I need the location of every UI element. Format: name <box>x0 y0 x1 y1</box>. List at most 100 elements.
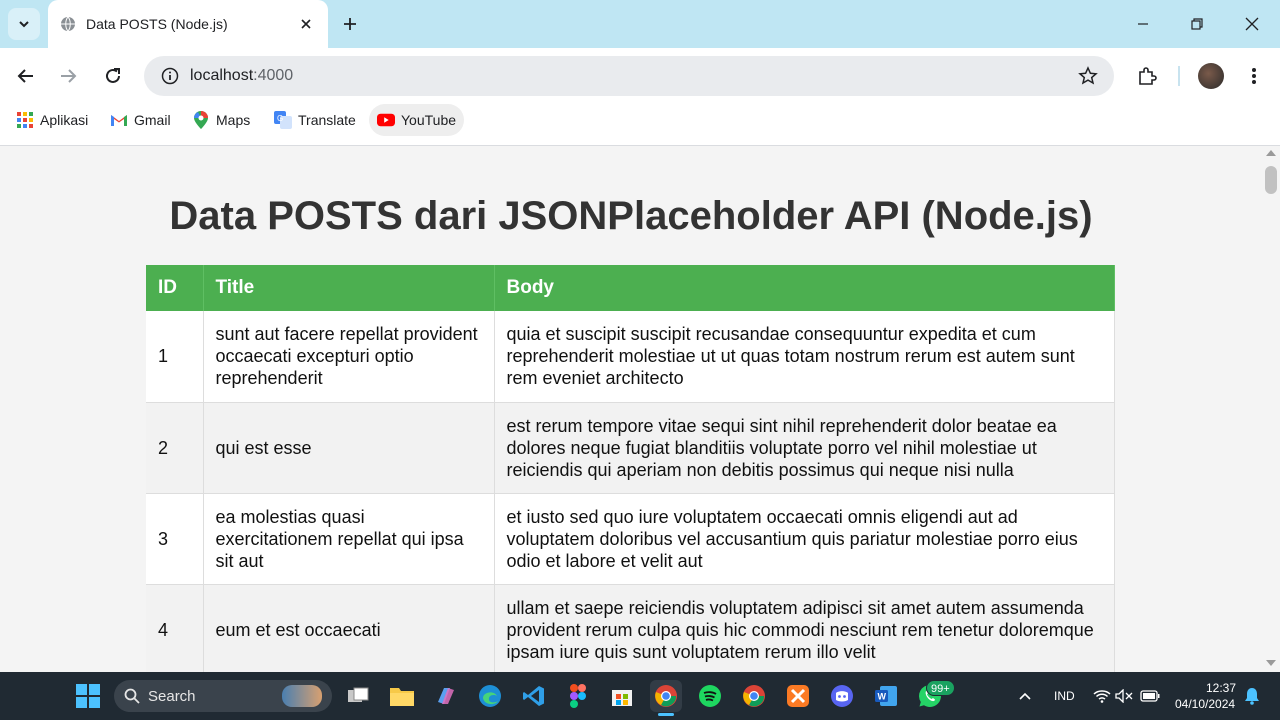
scroll-up-arrow-icon[interactable] <box>1266 150 1276 156</box>
spotify-button[interactable] <box>694 680 726 712</box>
tab-search-button[interactable] <box>8 8 40 40</box>
close-tab-icon[interactable] <box>296 14 316 34</box>
svg-text:G: G <box>277 114 283 123</box>
word-button[interactable]: W <box>870 680 902 712</box>
browser-toolbar: localhost:4000 <box>0 48 1280 104</box>
back-button[interactable] <box>10 60 42 92</box>
close-window-button[interactable] <box>1225 0 1279 48</box>
task-view-icon <box>348 687 369 702</box>
bookmark-gmail[interactable]: Gmail <box>104 104 177 136</box>
bell-icon <box>1245 688 1259 705</box>
url-host: localhost <box>190 67 254 84</box>
input-language[interactable]: IND <box>1054 689 1075 703</box>
reload-button[interactable] <box>97 60 129 92</box>
kebab-menu-icon <box>1252 68 1256 84</box>
bookmark-maps[interactable]: Maps <box>186 104 256 136</box>
figma-icon <box>570 684 586 708</box>
active-app-indicator <box>658 713 674 716</box>
xampp-button[interactable] <box>782 680 814 712</box>
table-row: 2 qui est esse est rerum tempore vitae s… <box>146 402 1115 494</box>
new-tab-button[interactable] <box>336 10 364 38</box>
address-bar[interactable]: localhost:4000 <box>144 56 1114 96</box>
globe-icon <box>61 16 75 32</box>
edge-icon <box>479 685 501 707</box>
tab-strip: Data POSTS (Node.js) <box>0 0 1280 48</box>
chevron-up-icon <box>1019 692 1031 700</box>
copilot-button[interactable] <box>430 680 462 712</box>
search-label: Search <box>148 687 196 705</box>
clock-date[interactable]: 04/10/2024 <box>1175 697 1235 711</box>
youtube-icon <box>377 111 395 129</box>
file-explorer-button[interactable] <box>386 680 418 712</box>
page-scrollbar[interactable] <box>1262 146 1280 672</box>
chrome-button[interactable] <box>650 680 682 712</box>
url-text[interactable]: localhost:4000 <box>190 67 1076 85</box>
cell-title: sunt aut facere repellat provident occae… <box>203 311 495 403</box>
edge-button[interactable] <box>474 680 506 712</box>
restore-button[interactable] <box>1170 0 1224 48</box>
bookmark-label: Translate <box>298 112 356 128</box>
table-row: 4 eum et est occaecati ullam et saepe re… <box>146 584 1115 672</box>
table-row: 3 ea molestias quasi exercitationem repe… <box>146 493 1115 585</box>
chrome-icon <box>743 685 765 707</box>
battery-icon <box>1140 690 1160 702</box>
bookmark-label: Gmail <box>134 112 171 128</box>
chevron-down-icon <box>19 21 29 28</box>
bookmark-star-icon[interactable] <box>1076 64 1100 88</box>
bookmark-youtube[interactable]: YouTube <box>369 104 465 136</box>
translate-icon: G <box>274 111 292 129</box>
battery-status[interactable] <box>1138 680 1162 712</box>
tab-title: Data POSTS (Node.js) <box>86 16 228 32</box>
discord-icon <box>831 685 853 707</box>
word-icon: W <box>875 686 897 706</box>
wifi-icon <box>1093 690 1111 703</box>
cell-title: eum et est occaecati <box>203 584 495 672</box>
profile-avatar[interactable] <box>1198 63 1224 89</box>
store-button[interactable] <box>606 680 638 712</box>
browser-menu-button[interactable] <box>1238 60 1270 92</box>
volume-muted-icon <box>1115 689 1133 703</box>
active-tab[interactable]: Data POSTS (Node.js) <box>48 0 328 48</box>
puzzle-icon <box>1139 67 1157 85</box>
discord-button[interactable] <box>826 680 858 712</box>
url-port: :4000 <box>253 67 294 84</box>
show-hidden-icons-button[interactable] <box>1010 680 1040 712</box>
forward-button[interactable] <box>52 60 84 92</box>
toolbar-divider <box>1178 66 1180 86</box>
cell-id: 3 <box>146 493 204 585</box>
clock-time[interactable]: 12:37 <box>1206 681 1236 695</box>
notifications-button[interactable] <box>1242 680 1262 712</box>
page-title: Data POSTS dari JSONPlaceholder API (Nod… <box>169 194 1093 238</box>
restore-icon <box>1191 18 1203 30</box>
bookmark-aplikasi[interactable]: Aplikasi <box>10 104 94 136</box>
header-id: ID <box>146 265 204 311</box>
task-view-button[interactable] <box>342 680 374 712</box>
scroll-down-arrow-icon[interactable] <box>1266 660 1276 666</box>
figma-button[interactable] <box>562 680 594 712</box>
chrome-profile-button[interactable] <box>738 680 770 712</box>
store-icon <box>612 690 632 706</box>
extensions-button[interactable] <box>1131 60 1163 92</box>
svg-text:W: W <box>878 692 887 702</box>
bookmark-translate[interactable]: G Translate <box>268 104 362 136</box>
header-title: Title <box>203 265 495 311</box>
table-row: 1 sunt aut facere repellat provident occ… <box>146 311 1115 403</box>
close-icon <box>1245 17 1259 31</box>
site-info-icon[interactable] <box>158 64 182 88</box>
wifi-status[interactable] <box>1092 680 1112 712</box>
volume-status[interactable] <box>1114 680 1134 712</box>
cell-body: est rerum tempore vitae sequi sint nihil… <box>494 402 1115 494</box>
apps-grid-icon <box>16 111 34 129</box>
start-button[interactable] <box>72 680 104 712</box>
folder-icon <box>390 688 414 706</box>
xampp-icon <box>787 685 809 707</box>
minimize-button[interactable] <box>1116 0 1170 48</box>
scroll-thumb[interactable] <box>1265 166 1277 194</box>
bookmark-label: Aplikasi <box>40 112 89 128</box>
cell-id: 4 <box>146 584 204 672</box>
vscode-button[interactable] <box>518 680 550 712</box>
bookmark-label: Maps <box>216 112 251 128</box>
taskbar-search[interactable]: Search <box>114 680 332 712</box>
minimize-icon <box>1138 23 1148 25</box>
plus-icon <box>344 18 356 30</box>
